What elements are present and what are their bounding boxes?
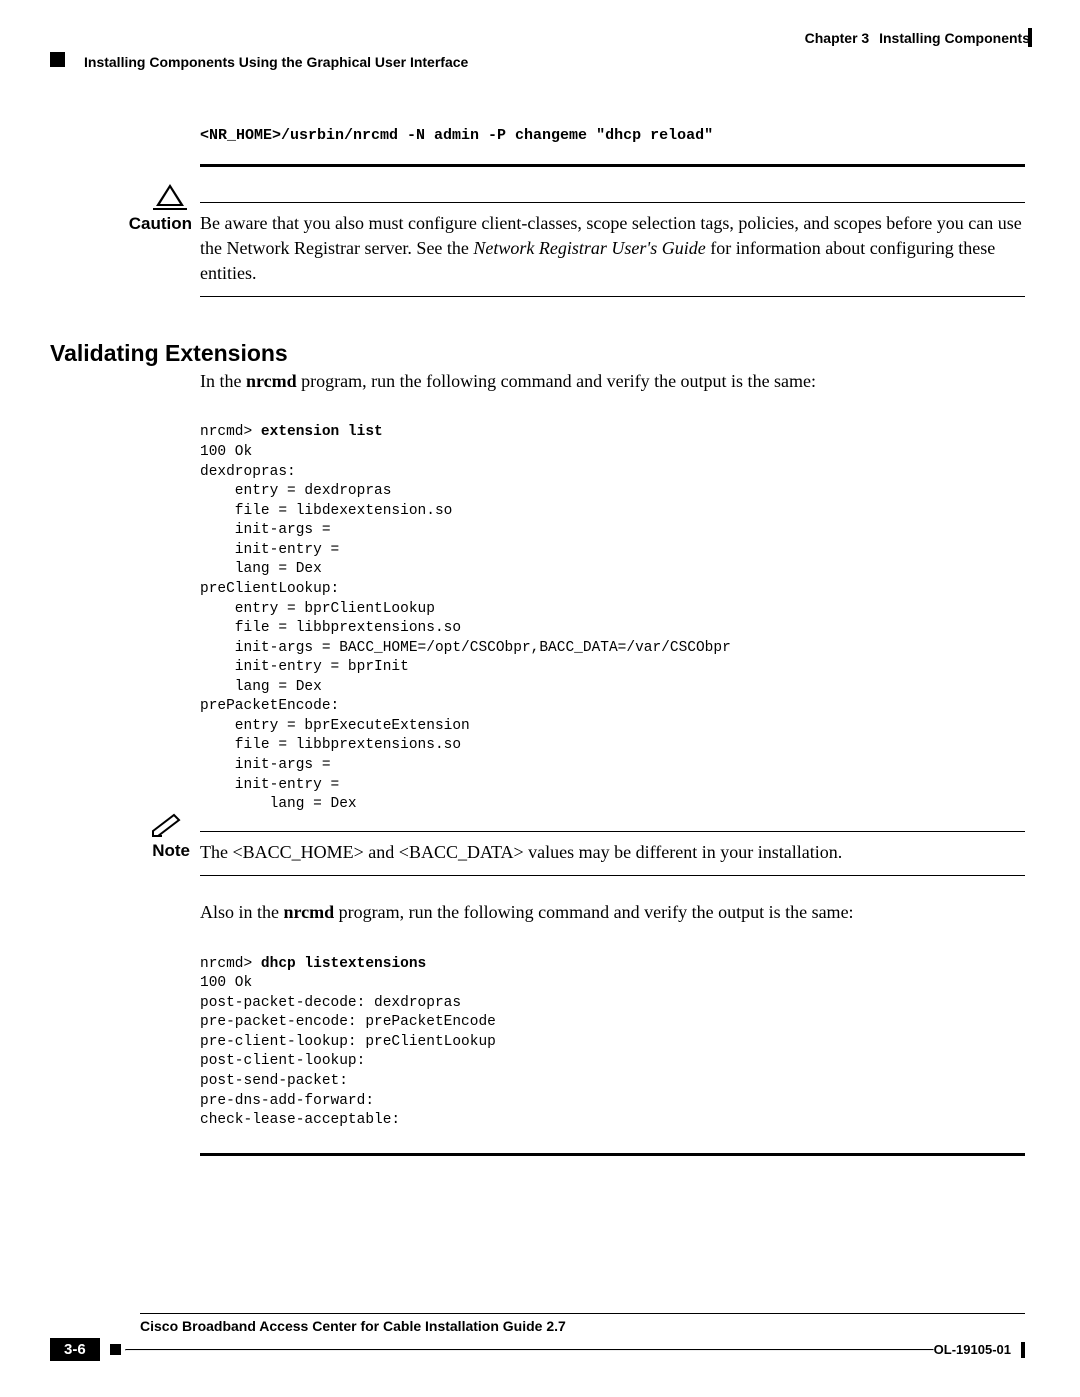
rule	[125, 1349, 934, 1351]
paragraph: In the nrcmd program, run the following …	[200, 369, 1025, 394]
rule	[200, 831, 1025, 832]
rule	[200, 875, 1025, 876]
note-text: The <BACC_HOME> and <BACC_DATA> values m…	[200, 840, 1025, 865]
caution-icon	[150, 184, 190, 210]
note-label: Note	[130, 841, 190, 861]
page-header: Chapter 3 Installing Components Installi…	[50, 30, 1030, 70]
footer-square-icon	[110, 1344, 121, 1355]
caution-text: Be aware that you also must configure cl…	[200, 211, 1025, 285]
page-footer: Cisco Broadband Access Center for Cable …	[50, 1313, 1025, 1361]
breadcrumb: Installing Components Using the Graphica…	[84, 54, 1030, 70]
note-icon	[150, 811, 190, 839]
command-line: <NR_HOME>/usrbin/nrcmd -N admin -P chang…	[200, 126, 1025, 146]
document-id: OL-19105-01	[934, 1342, 1011, 1357]
book-title: Cisco Broadband Access Center for Cable …	[140, 1318, 1025, 1334]
rule	[200, 296, 1025, 297]
caution-block: Caution Be aware that you also must conf…	[200, 202, 1025, 296]
rule	[200, 1153, 1025, 1156]
note-block: Note The <BACC_HOME> and <BACC_DATA> val…	[200, 831, 1025, 876]
page-number: 3-6	[50, 1338, 100, 1361]
header-accent-bar	[1028, 28, 1032, 47]
footer-accent-bar	[1021, 1342, 1025, 1358]
rule	[200, 164, 1025, 167]
header-square-icon	[50, 52, 65, 67]
rule	[200, 202, 1025, 203]
section-heading: Validating Extensions	[50, 340, 288, 367]
rule	[140, 1313, 1025, 1314]
caution-label: Caution	[122, 214, 192, 234]
code-block: nrcmd> dhcp listextensions 100 Ok post-p…	[200, 935, 1025, 1131]
paragraph: Also in the nrcmd program, run the follo…	[200, 900, 1025, 925]
code-block: nrcmd> extension list 100 Ok dexdropras:…	[200, 404, 1025, 815]
chapter-title: Installing Components	[879, 30, 1030, 46]
chapter-label: Chapter 3	[805, 30, 870, 46]
